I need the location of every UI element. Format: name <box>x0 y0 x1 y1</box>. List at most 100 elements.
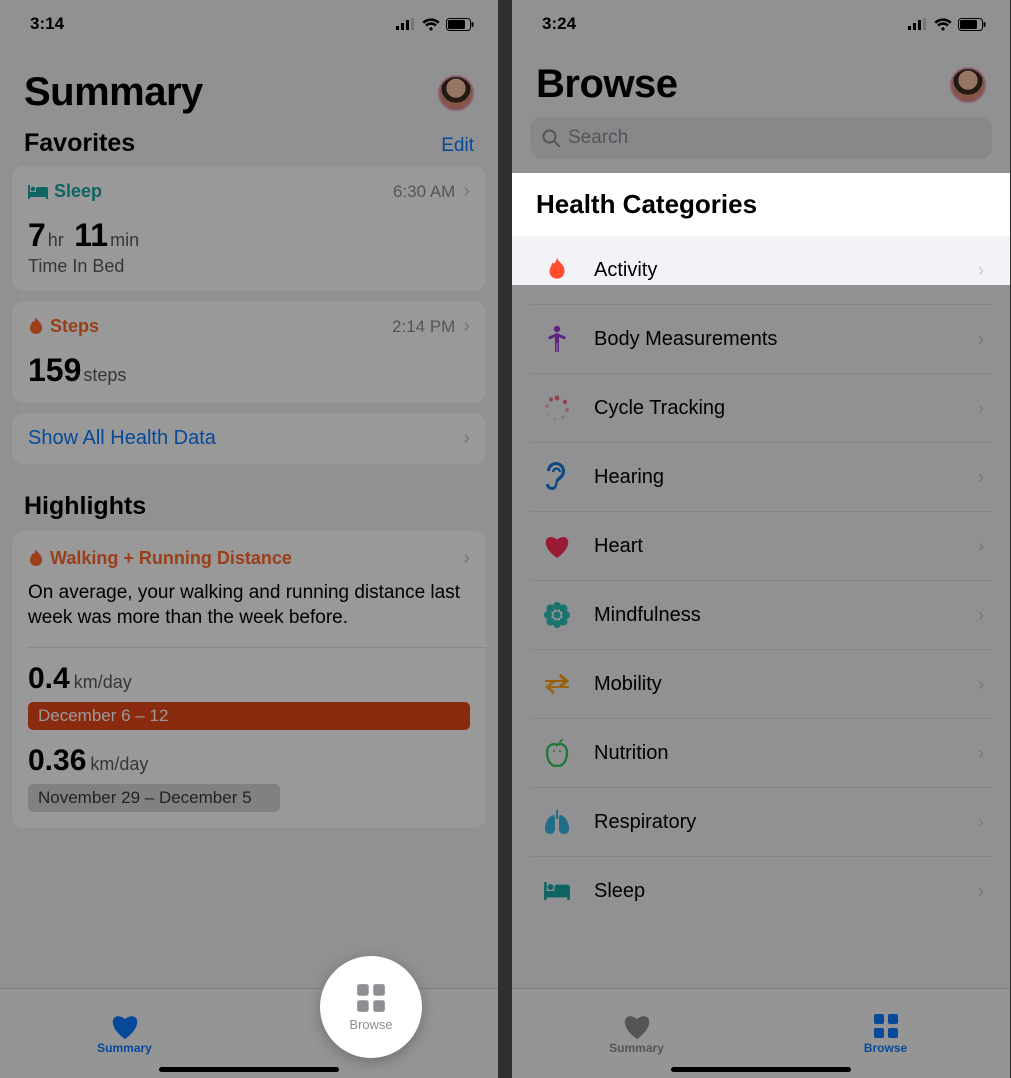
search-input[interactable]: Search <box>530 117 992 159</box>
status-icons <box>396 18 474 31</box>
mindfulness-icon <box>538 599 576 631</box>
search-placeholder: Search <box>568 127 628 149</box>
highlight-name: Walking + Running Distance <box>50 548 292 569</box>
ear-icon <box>538 461 576 493</box>
flame-icon <box>28 549 44 569</box>
highlight-body: On average, your walking and running dis… <box>28 580 470 631</box>
category-nutrition[interactable]: Nutrition › <box>530 719 992 788</box>
chevron-right-icon: › <box>463 427 470 450</box>
steps-value: 159 <box>28 352 81 389</box>
cycle-dots-icon <box>538 392 576 424</box>
health-categories-header: Health Categories <box>512 173 1010 236</box>
sleep-hours: 7 <box>28 217 46 254</box>
chevron-right-icon: › <box>978 881 984 902</box>
sleep-time: 6:30 AM <box>393 182 455 202</box>
grid-icon <box>873 1013 899 1039</box>
flame-icon <box>538 254 576 286</box>
tab-bar: Summary Browse <box>0 988 498 1078</box>
steps-card[interactable]: Steps 2:14 PM › 159steps <box>12 301 486 403</box>
chevron-right-icon: › <box>978 536 984 557</box>
chevron-right-icon: › <box>463 547 470 570</box>
hl-value-1: 0.4 <box>28 662 70 695</box>
home-indicator[interactable] <box>159 1067 339 1072</box>
profile-avatar[interactable] <box>438 75 474 111</box>
favorites-header: Favorites Edit <box>0 129 498 166</box>
chevron-right-icon: › <box>978 467 984 488</box>
flame-icon <box>28 317 44 337</box>
apple-icon <box>538 737 576 769</box>
tab-summary[interactable]: Summary <box>512 989 761 1078</box>
bed-icon <box>538 875 576 907</box>
heart-icon <box>110 1013 140 1039</box>
browse-screen: 3:24 Browse Search Health Categories Act… <box>512 0 1010 1078</box>
highlight-card[interactable]: Walking + Running Distance › On average,… <box>12 531 486 828</box>
category-mindfulness[interactable]: Mindfulness › <box>530 581 992 650</box>
category-cycle-tracking[interactable]: Cycle Tracking › <box>530 374 992 443</box>
title-bar: Browse <box>512 42 1010 115</box>
battery-icon <box>446 18 474 31</box>
page-title: Browse <box>536 62 678 107</box>
cellular-icon <box>396 18 416 30</box>
grid-icon <box>356 983 386 1013</box>
sleep-card[interactable]: Sleep 6:30 AM › 7hr 11min Time In Bed <box>12 166 486 291</box>
wifi-icon <box>934 18 952 31</box>
tab-summary[interactable]: Summary <box>0 989 249 1078</box>
favorites-title: Favorites <box>24 129 135 158</box>
category-activity[interactable]: Activity › <box>530 236 992 305</box>
home-indicator[interactable] <box>671 1067 851 1072</box>
chevron-right-icon: › <box>978 743 984 764</box>
chevron-right-icon: › <box>463 180 470 203</box>
search-icon <box>542 129 560 147</box>
profile-avatar[interactable] <box>950 67 986 103</box>
arrows-icon <box>538 668 576 700</box>
category-heart[interactable]: Heart › <box>530 512 992 581</box>
chevron-right-icon: › <box>978 812 984 833</box>
show-all-label: Show All Health Data <box>28 427 216 450</box>
lungs-icon <box>538 806 576 838</box>
category-body-measurements[interactable]: Body Measurements › <box>530 305 992 374</box>
status-time: 3:14 <box>30 14 64 34</box>
hl-unit-2: km/day <box>90 754 148 774</box>
browse-callout[interactable]: Browse <box>320 956 422 1058</box>
sleep-label: Sleep <box>54 181 102 202</box>
browse-callout-label: Browse <box>349 1017 392 1032</box>
category-label: Cycle Tracking <box>594 397 978 420</box>
status-bar: 3:14 <box>0 0 498 42</box>
status-time: 3:24 <box>542 14 576 34</box>
category-sleep[interactable]: Sleep › <box>530 857 992 925</box>
page-title: Summary <box>24 70 203 115</box>
sleep-minutes: 11 <box>74 217 108 254</box>
chevron-right-icon: › <box>978 674 984 695</box>
sleep-min-unit: min <box>110 230 139 250</box>
hl-unit-1: km/day <box>74 672 132 692</box>
tab-bar: Summary Browse <box>512 988 1010 1078</box>
category-label: Sleep <box>594 880 978 903</box>
chevron-right-icon: › <box>463 315 470 338</box>
bed-icon <box>28 185 48 199</box>
steps-label: Steps <box>50 316 99 337</box>
show-all-health-data[interactable]: Show All Health Data › <box>12 413 486 464</box>
chevron-right-icon: › <box>978 398 984 419</box>
person-icon <box>538 323 576 355</box>
category-label: Activity <box>594 259 978 282</box>
category-respiratory[interactable]: Respiratory › <box>530 788 992 857</box>
tab-browse[interactable]: Browse <box>761 989 1010 1078</box>
steps-time: 2:14 PM <box>392 317 455 337</box>
category-hearing[interactable]: Hearing › <box>530 443 992 512</box>
category-label: Mobility <box>594 673 978 696</box>
edit-button[interactable]: Edit <box>441 135 474 157</box>
sleep-sub: Time In Bed <box>28 256 470 277</box>
steps-unit: steps <box>83 365 126 385</box>
category-label: Respiratory <box>594 811 978 834</box>
title-bar: Summary <box>0 42 498 129</box>
chevron-right-icon: › <box>978 329 984 350</box>
category-label: Heart <box>594 535 978 558</box>
summary-screen: 3:14 Summary Favorites Edit Sleep 6:30 A… <box>0 0 498 1078</box>
cellular-icon <box>908 18 928 30</box>
category-label: Body Measurements <box>594 328 978 351</box>
highlights-header: Highlights <box>0 474 498 531</box>
heart-icon <box>622 1013 652 1039</box>
tab-browse-label: Browse <box>864 1041 907 1055</box>
category-mobility[interactable]: Mobility › <box>530 650 992 719</box>
heart-icon <box>538 530 576 562</box>
